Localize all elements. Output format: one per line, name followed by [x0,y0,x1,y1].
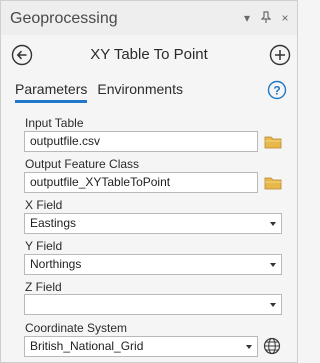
tool-title: XY Table To Point [90,46,208,63]
input-table-label: Input Table [25,116,84,130]
pane-options-icon[interactable]: ▾ [241,11,253,26]
tab-environments[interactable]: Environments [97,81,183,103]
add-icon[interactable] [269,44,291,66]
coord-sys-select[interactable]: British_National_Grid [24,336,258,357]
tool-header: XY Table To Point [1,41,297,69]
pane-titlebar: Geoprocessing ▾ × [1,1,297,35]
y-field-label: Y Field [25,239,63,253]
chevron-down-icon [246,345,252,349]
folder-icon[interactable] [264,176,282,190]
svg-text:?: ? [273,84,280,98]
tool-tabs: Parameters Environments [15,81,183,103]
coord-sys-value: British_National_Grid [30,339,144,353]
help-icon[interactable]: ? [267,80,287,100]
output-fc-label: Output Feature Class [25,157,140,171]
pane-controls: ▾ × [241,11,291,26]
chevron-down-icon [270,263,276,267]
close-icon[interactable]: × [279,11,291,26]
pane-title: Geoprocessing [10,10,118,27]
z-field-label: Z Field [25,280,62,294]
y-field-value: Northings [30,257,82,271]
y-field-select[interactable]: Northings [24,254,282,275]
x-field-select[interactable]: Eastings [24,213,282,234]
z-field-select[interactable] [24,294,282,315]
output-fc-field[interactable]: outputfile_XYTableToPoint [24,172,258,193]
chevron-down-icon [270,303,276,307]
coord-sys-label: Coordinate System [25,321,128,335]
folder-icon[interactable] [264,135,282,149]
x-field-value: Eastings [30,216,77,230]
globe-icon[interactable] [263,337,281,355]
x-field-label: X Field [25,198,63,212]
tab-parameters[interactable]: Parameters [15,81,88,103]
chevron-down-icon [270,222,276,226]
pin-icon[interactable] [260,11,272,26]
input-table-field[interactable]: outputfile.csv [24,131,258,152]
